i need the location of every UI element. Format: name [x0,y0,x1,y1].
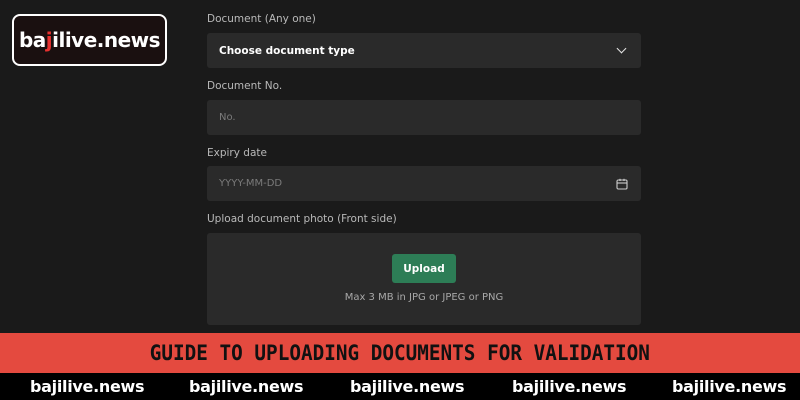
upload-hint: Max 3 MB in JPG or JPEG or PNG [344,292,504,303]
brand-strip-item: bajilive.news [672,377,787,396]
document-no-input[interactable]: No. [207,100,641,135]
brand-strip-item: bajilive.news [350,377,465,396]
brand-strip-item: bajilive.news [30,377,145,396]
expiry-date-label: Expiry date [207,147,267,159]
brand-strip-item: bajilive.news [512,377,627,396]
banner-title: GUIDE TO UPLOADING DOCUMENTS FOR VALIDAT… [149,341,651,365]
logo-text: bajilive.news [18,28,161,52]
title-banner: GUIDE TO UPLOADING DOCUMENTS FOR VALIDAT… [0,333,800,373]
brand-strip-item: bajilive.news [189,377,304,396]
document-type-value: Choose document type [219,44,355,57]
chevron-down-icon [616,43,627,54]
expiry-date-input[interactable]: YYYY-MM-DD [207,166,641,201]
expiry-date-placeholder: YYYY-MM-DD [219,178,283,189]
calendar-icon[interactable] [616,178,628,190]
document-no-placeholder: No. [219,112,236,123]
brand-strip: bajilive.news bajilive.news bajilive.new… [0,373,800,400]
upload-dropzone[interactable]: Upload Max 3 MB in JPG or JPEG or PNG [207,233,641,325]
document-type-select[interactable]: Choose document type [207,33,641,68]
document-type-label: Document (Any one) [207,13,316,25]
document-no-label: Document No. [207,80,283,92]
page: bajilive.news Document (Any one) Choose … [0,0,800,400]
site-logo[interactable]: bajilive.news [12,14,167,66]
upload-button[interactable]: Upload [392,254,456,283]
upload-label: Upload document photo (Front side) [207,213,397,225]
